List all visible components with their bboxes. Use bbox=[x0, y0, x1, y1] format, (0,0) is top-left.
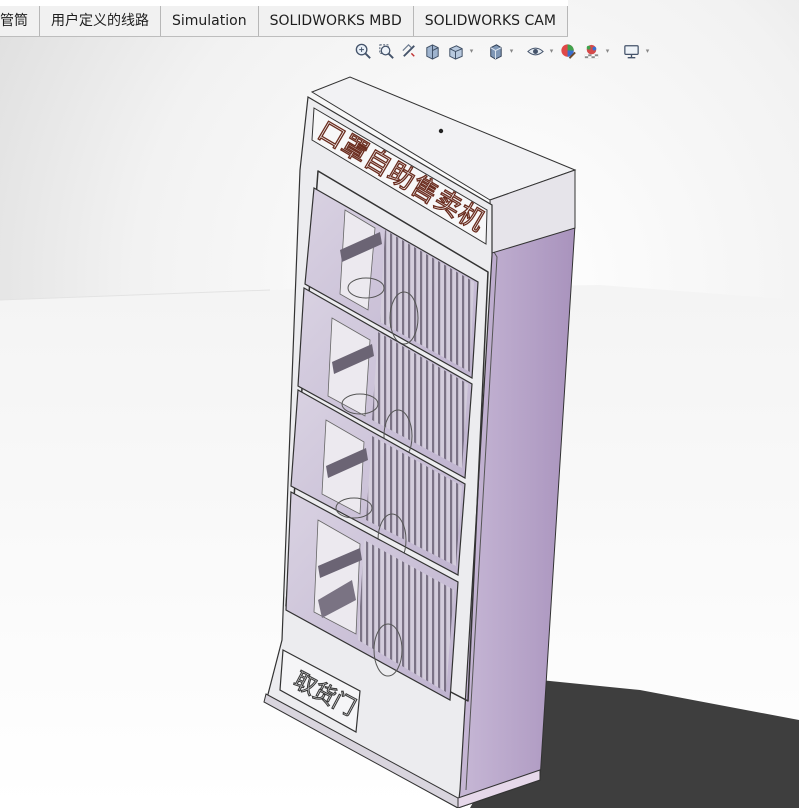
view-orientation-dropdown-icon[interactable]: ▾ bbox=[467, 40, 476, 62]
view-settings-dropdown-icon[interactable]: ▾ bbox=[643, 40, 652, 62]
previous-view-icon[interactable] bbox=[398, 40, 420, 62]
command-manager-tabs: 管筒 用户定义的线路 Simulation SOLIDWORKS MBD SOL… bbox=[0, 0, 568, 37]
edit-appearance-icon[interactable] bbox=[557, 40, 579, 62]
zoom-to-fit-icon[interactable] bbox=[352, 40, 374, 62]
tab-routing-pipe[interactable]: 管筒 bbox=[0, 6, 40, 36]
apply-scene-dropdown-icon[interactable]: ▾ bbox=[603, 40, 612, 62]
view-settings-icon[interactable] bbox=[620, 40, 642, 62]
hide-show-dropdown-icon[interactable]: ▾ bbox=[547, 40, 556, 62]
display-style-icon[interactable] bbox=[484, 40, 506, 62]
tab-solidworks-mbd[interactable]: SOLIDWORKS MBD bbox=[258, 6, 414, 36]
heads-up-view-toolbar: ▾ ▾ ▾ ▾ ▾ bbox=[352, 40, 652, 62]
tab-user-defined-route[interactable]: 用户定义的线路 bbox=[40, 6, 161, 36]
top-screw bbox=[438, 128, 444, 134]
graphics-area[interactable]: 口罩自助售卖机 取货门 bbox=[0, 0, 799, 808]
hide-show-items-icon[interactable] bbox=[524, 40, 546, 62]
zoom-to-area-icon[interactable] bbox=[375, 40, 397, 62]
apply-scene-icon[interactable] bbox=[580, 40, 602, 62]
tab-solidworks-cam[interactable]: SOLIDWORKS CAM bbox=[413, 6, 568, 36]
tab-simulation[interactable]: Simulation bbox=[161, 6, 259, 36]
view-orientation-icon[interactable] bbox=[444, 40, 466, 62]
display-style-dropdown-icon[interactable]: ▾ bbox=[507, 40, 516, 62]
section-view-icon[interactable] bbox=[421, 40, 443, 62]
